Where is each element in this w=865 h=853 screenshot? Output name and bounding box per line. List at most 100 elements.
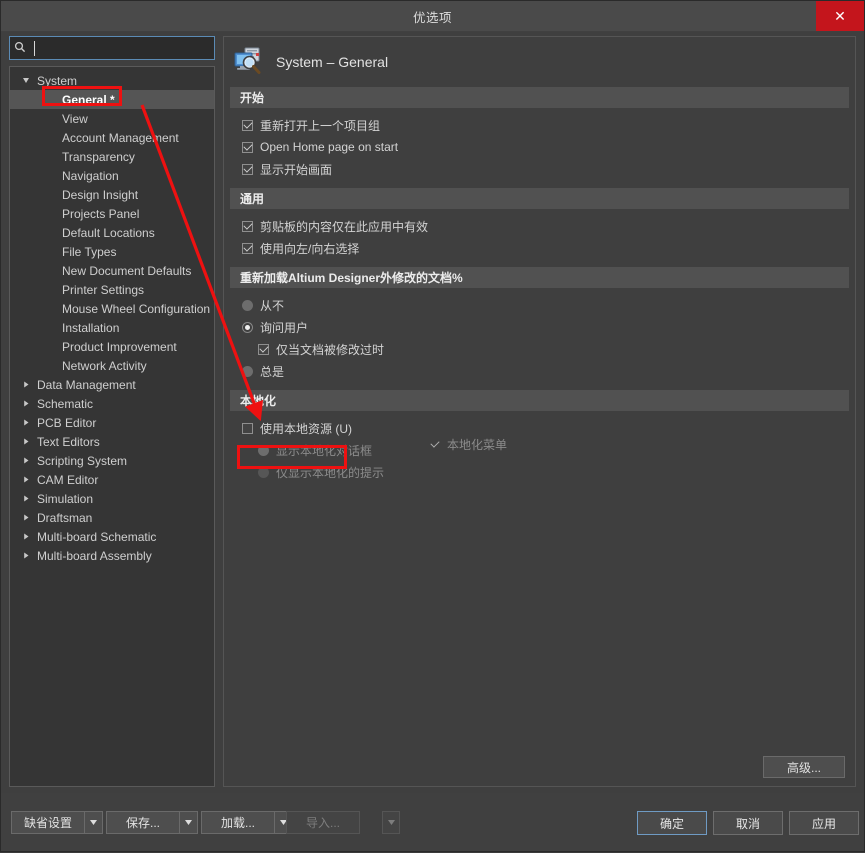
- section-options: 重新打开上一个项目组 Open Home page on start 显示开始画面: [224, 108, 855, 188]
- chevron-right-icon[interactable]: [20, 381, 33, 388]
- checkbox[interactable]: [242, 422, 253, 434]
- chevron-right-icon[interactable]: [20, 438, 33, 445]
- option-label: Open Home page on start: [260, 140, 399, 154]
- chevron-down-icon[interactable]: [382, 811, 400, 834]
- radio-button[interactable]: [258, 444, 269, 456]
- tree-item-simulation[interactable]: Simulation: [10, 489, 214, 508]
- chevron-right-icon[interactable]: [20, 514, 33, 521]
- window-title: 优选项: [412, 10, 452, 25]
- tree-item-default-locations[interactable]: Default Locations: [10, 223, 214, 242]
- tree-item-label: Mouse Wheel Configuration: [62, 301, 211, 316]
- tree-item-product-improvement[interactable]: Product Improvement: [10, 337, 214, 356]
- footer-button-label[interactable]: 导入...: [286, 811, 360, 834]
- tree-item-view[interactable]: View: [10, 109, 214, 128]
- tree-item-label: Draftsman: [37, 510, 93, 525]
- radio-button[interactable]: [258, 466, 269, 478]
- tree-item-label: Data Management: [37, 377, 136, 392]
- option-label: 本地化菜单: [447, 437, 508, 452]
- tree-item-draftsman[interactable]: Draftsman: [10, 508, 214, 527]
- tree-item-transparency[interactable]: Transparency: [10, 147, 214, 166]
- section-options: 剪贴板的内容仅在此应用中有效 使用向左/向右选择: [224, 209, 855, 267]
- checkbox[interactable]: [429, 439, 440, 450]
- tree-item-schematic[interactable]: Schematic: [10, 394, 214, 413]
- tree-item-label: Transparency: [62, 149, 135, 164]
- tree-item-cam-editor[interactable]: CAM Editor: [10, 470, 214, 489]
- advanced-button[interactable]: 高级...: [763, 756, 845, 778]
- footer-button-2[interactable]: 保存...: [106, 811, 198, 834]
- checkbox[interactable]: [242, 141, 253, 153]
- chevron-right-icon[interactable]: [20, 533, 33, 540]
- tree-item-label: Navigation: [62, 168, 119, 183]
- option-row[interactable]: 询问用户: [224, 316, 855, 338]
- chevron-right-icon[interactable]: [20, 476, 33, 483]
- tree-item-navigation[interactable]: Navigation: [10, 166, 214, 185]
- tree-item-scripting-system[interactable]: Scripting System: [10, 451, 214, 470]
- tree-item-pcb-editor[interactable]: PCB Editor: [10, 413, 214, 432]
- chevron-right-icon[interactable]: [20, 400, 33, 407]
- option-row[interactable]: 从不: [224, 294, 855, 316]
- settings-tree[interactable]: System General * View Account Management Tra…: [9, 66, 215, 787]
- option-label: 显示本地化对话框: [276, 443, 373, 458]
- checkbox[interactable]: [242, 119, 253, 131]
- tree-item-label: Printer Settings: [62, 282, 145, 297]
- tree-item-label: New Document Defaults: [62, 263, 192, 278]
- section-heading: 本地化: [230, 390, 849, 411]
- footer-button-4[interactable]: 导入...: [286, 811, 400, 834]
- chevron-right-icon[interactable]: [20, 457, 33, 464]
- chevron-down-icon[interactable]: [20, 77, 33, 84]
- footer-button-3[interactable]: 加载...: [201, 811, 293, 834]
- tree-item-printer-settings[interactable]: Printer Settings: [10, 280, 214, 299]
- checkbox[interactable]: [242, 163, 253, 175]
- tree-item-general[interactable]: General *: [10, 90, 214, 109]
- checkbox[interactable]: [242, 242, 253, 254]
- tree-item-account-management[interactable]: Account Management: [10, 128, 214, 147]
- option-label: 仅当文档被修改过时: [276, 342, 385, 357]
- tree-item-system[interactable]: System: [10, 71, 214, 90]
- footer-button-label[interactable]: 缺省设置: [11, 811, 85, 834]
- radio-button[interactable]: [242, 321, 253, 333]
- footer-button-label[interactable]: 加载...: [201, 811, 275, 834]
- tree-item-multi-board-assembly[interactable]: Multi-board Assembly: [10, 546, 214, 565]
- chevron-right-icon[interactable]: [20, 495, 33, 502]
- tree-item-multi-board-schematic[interactable]: Multi-board Schematic: [10, 527, 214, 546]
- option-row[interactable]: 总是: [224, 360, 855, 382]
- tree-item-new-document-defaults[interactable]: New Document Defaults: [10, 261, 214, 280]
- option-label: 重新打开上一个项目组: [260, 118, 381, 133]
- chevron-down-icon[interactable]: [85, 811, 103, 834]
- chevron-down-icon[interactable]: [180, 811, 198, 834]
- checkbox[interactable]: [242, 220, 253, 232]
- option-row[interactable]: 本地化菜单: [429, 433, 507, 455]
- close-icon[interactable]: ✕: [816, 1, 864, 31]
- title-bar: 优选项 ✕: [1, 1, 864, 31]
- tree-item-mouse-wheel-configuration[interactable]: Mouse Wheel Configuration: [10, 299, 214, 318]
- footer-button-label[interactable]: 保存...: [106, 811, 180, 834]
- tree-item-projects-panel[interactable]: Projects Panel: [10, 204, 214, 223]
- option-row[interactable]: 使用本地资源 (U): [224, 417, 855, 439]
- option-row[interactable]: 重新打开上一个项目组: [224, 114, 855, 136]
- tree-item-design-insight[interactable]: Design Insight: [10, 185, 214, 204]
- tree-item-data-management[interactable]: Data Management: [10, 375, 214, 394]
- chevron-right-icon[interactable]: [20, 419, 33, 426]
- option-row[interactable]: 剪贴板的内容仅在此应用中有效: [224, 215, 855, 237]
- footer-apply-button[interactable]: 应用: [789, 811, 859, 835]
- tree-item-network-activity[interactable]: Network Activity: [10, 356, 214, 375]
- search-input[interactable]: [26, 40, 210, 56]
- footer-button-1[interactable]: 缺省设置: [11, 811, 103, 834]
- option-row[interactable]: 显示本地化对话框: [224, 439, 855, 461]
- chevron-right-icon[interactable]: [20, 552, 33, 559]
- option-row[interactable]: 仅当文档被修改过时: [224, 338, 855, 360]
- search-box[interactable]: [9, 36, 215, 60]
- option-row[interactable]: 仅显示本地化的提示: [224, 461, 855, 483]
- option-row[interactable]: Open Home page on start: [224, 136, 855, 158]
- footer-cancel-button[interactable]: 取消: [713, 811, 783, 835]
- checkbox[interactable]: [258, 343, 269, 355]
- radio-button[interactable]: [242, 365, 253, 377]
- tree-item-label: Simulation: [37, 491, 94, 506]
- footer-ok-button[interactable]: 确定: [637, 811, 707, 835]
- tree-item-installation[interactable]: Installation: [10, 318, 214, 337]
- tree-item-file-types[interactable]: File Types: [10, 242, 214, 261]
- tree-item-text-editors[interactable]: Text Editors: [10, 432, 214, 451]
- option-row[interactable]: 使用向左/向右选择: [224, 237, 855, 259]
- option-row[interactable]: 显示开始画面: [224, 158, 855, 180]
- radio-button[interactable]: [242, 299, 253, 311]
